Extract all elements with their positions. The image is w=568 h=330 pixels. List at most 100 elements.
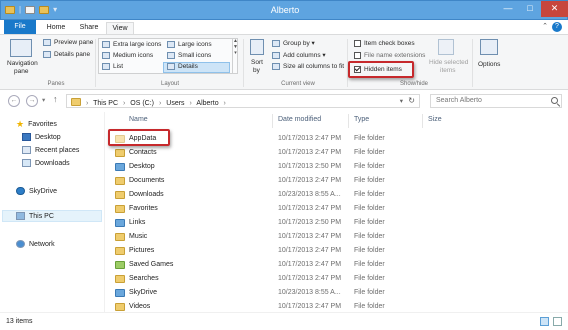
options-icon[interactable] — [480, 39, 498, 55]
table-row[interactable]: SkyDrive 10/23/2013 8:55 A... File folde… — [106, 287, 466, 300]
nav-item-skydrive[interactable]: SkyDrive — [16, 187, 57, 195]
close-button[interactable]: ✕ — [541, 1, 568, 17]
breadcrumb: › This PC › OS (C:) › Users › Alberto › — [71, 97, 229, 107]
column-divider[interactable] — [272, 114, 273, 128]
large-icons-view-toggle-icon[interactable] — [553, 317, 562, 326]
table-row[interactable]: Searches 10/17/2013 2:47 PM File folder — [106, 273, 466, 286]
options-button[interactable]: Options — [478, 61, 500, 68]
help-icon[interactable]: ? — [552, 22, 562, 32]
column-divider[interactable] — [348, 114, 349, 128]
network-icon — [16, 240, 25, 248]
breadcrumb-drive[interactable]: OS (C:) — [130, 100, 154, 107]
breadcrumb-thispc[interactable]: This PC — [93, 100, 118, 107]
extra-large-icons-option[interactable]: Extra large icons — [102, 41, 161, 48]
preview-pane-button[interactable]: Preview pane — [43, 39, 93, 46]
nav-item-recent-places[interactable]: Recent places — [22, 146, 79, 154]
item-check-boxes-option[interactable]: Item check boxes — [354, 40, 415, 47]
downloads-icon — [22, 159, 31, 167]
large-icons-option[interactable]: Large icons — [167, 41, 212, 48]
address-input[interactable]: › This PC › OS (C:) › Users › Alberto › … — [66, 94, 420, 108]
list-icon — [102, 63, 110, 70]
table-row[interactable]: Music 10/17/2013 2:47 PM File folder — [106, 231, 466, 244]
small-icons-icon — [167, 52, 175, 59]
tab-home[interactable]: Home — [40, 22, 72, 34]
column-header-type[interactable]: Type — [354, 116, 369, 123]
details-view-toggle-icon[interactable] — [540, 317, 549, 326]
column-header-size[interactable]: Size — [428, 116, 442, 123]
table-row[interactable]: Links 10/17/2013 2:50 PM File folder — [106, 217, 466, 230]
file-name: Desktop — [129, 163, 155, 170]
layout-gallery-scroll[interactable]: ▲ ▼ ▾ — [232, 38, 238, 74]
table-row[interactable]: Pictures 10/17/2013 2:47 PM File folder — [106, 245, 466, 258]
contacts-folder-icon — [115, 149, 125, 157]
details-pane-button[interactable]: Details pane — [43, 51, 90, 58]
add-columns-icon — [272, 51, 280, 59]
column-header-name[interactable]: Name — [129, 116, 148, 123]
minimize-button[interactable]: — — [497, 1, 519, 17]
file-date: 10/17/2013 2:47 PM — [278, 205, 342, 212]
file-date: 10/17/2013 2:47 PM — [278, 149, 342, 156]
maximize-button[interactable]: □ — [519, 1, 541, 17]
sort-by-icon[interactable] — [250, 39, 264, 55]
details-pane-icon — [43, 51, 51, 58]
table-row[interactable]: Documents 10/17/2013 2:47 PM File folder — [106, 175, 466, 188]
sort-by-button-label2[interactable]: by — [253, 67, 260, 74]
table-row[interactable]: Desktop 10/17/2013 2:50 PM File folder — [106, 161, 466, 174]
nav-item-thispc[interactable]: This PC — [16, 212, 54, 220]
search-input[interactable]: Search Alberto — [430, 94, 562, 108]
small-icons-option[interactable]: Small icons — [167, 52, 211, 59]
search-icon — [551, 97, 558, 104]
medium-icons-icon — [102, 52, 110, 59]
refresh-icon[interactable]: ↻ — [408, 96, 415, 105]
breadcrumb-users[interactable]: Users — [166, 100, 184, 107]
table-row[interactable]: Contacts 10/17/2013 2:47 PM File folder — [106, 147, 466, 160]
nav-item-favorites[interactable]: ★ Favorites — [16, 120, 57, 129]
up-button[interactable]: ↑ — [53, 94, 58, 104]
file-name-extensions-checkbox[interactable] — [354, 52, 361, 59]
sort-by-button[interactable]: Sort — [251, 59, 263, 66]
file-name: Music — [129, 233, 148, 240]
file-date: 10/17/2013 2:47 PM — [278, 247, 342, 254]
medium-icons-option[interactable]: Medium icons — [102, 52, 153, 59]
nav-item-desktop[interactable]: Desktop — [22, 133, 61, 141]
file-name-extensions-option[interactable]: File name extensions — [354, 52, 425, 59]
file-type: File folder — [354, 149, 385, 156]
hide-selected-button[interactable]: Hide selected — [429, 59, 468, 66]
navigation-pane: ★ Favorites Desktop Recent places Downloa… — [0, 112, 104, 312]
file-name: Searches — [129, 275, 159, 282]
recent-locations-icon[interactable]: ▾ — [42, 96, 45, 104]
table-row[interactable]: Downloads 10/23/2013 8:55 A... File fold… — [106, 189, 466, 202]
nav-item-network[interactable]: Network — [16, 240, 55, 248]
item-check-boxes-checkbox[interactable] — [354, 40, 361, 47]
tab-file[interactable]: File — [4, 20, 36, 34]
add-columns-button[interactable]: Add columns ▾ — [272, 51, 326, 59]
divider — [95, 39, 96, 87]
table-row[interactable]: Favorites 10/17/2013 2:47 PM File folder — [106, 203, 466, 216]
nav-item-downloads[interactable]: Downloads — [22, 159, 70, 167]
size-all-columns-button[interactable]: Size all columns to fit — [272, 63, 344, 70]
table-row[interactable]: Saved Games 10/17/2013 2:47 PM File fold… — [106, 259, 466, 272]
column-header-date[interactable]: Date modified — [278, 116, 321, 123]
back-button[interactable]: ← — [8, 95, 20, 107]
breadcrumb-alberto[interactable]: Alberto — [196, 100, 218, 107]
pane-splitter[interactable] — [104, 112, 105, 312]
group-by-button[interactable]: Group by ▾ — [272, 39, 315, 47]
hide-selected-button-label2[interactable]: items — [440, 67, 456, 74]
extra-large-icons-icon — [102, 41, 110, 48]
tab-share[interactable]: Share — [74, 22, 104, 34]
minimize-ribbon-icon[interactable]: ⌃ — [542, 22, 548, 30]
list-option[interactable]: List — [102, 63, 123, 70]
file-name: Documents — [129, 177, 165, 184]
appdata-highlight — [108, 129, 170, 146]
column-divider[interactable] — [422, 114, 423, 128]
navigation-pane-icon[interactable] — [10, 39, 32, 57]
details-icon — [167, 63, 175, 70]
hide-selected-icon — [438, 39, 454, 55]
forward-button[interactable]: → — [26, 95, 38, 107]
tab-view[interactable]: View — [106, 22, 134, 34]
details-option[interactable]: Details — [167, 63, 198, 70]
documents-folder-icon — [115, 177, 125, 185]
navigation-pane-button[interactable]: Navigation — [7, 60, 38, 67]
navigation-pane-button-label2[interactable]: pane — [14, 68, 28, 75]
address-dropdown-icon[interactable]: ▾ — [400, 97, 403, 105]
